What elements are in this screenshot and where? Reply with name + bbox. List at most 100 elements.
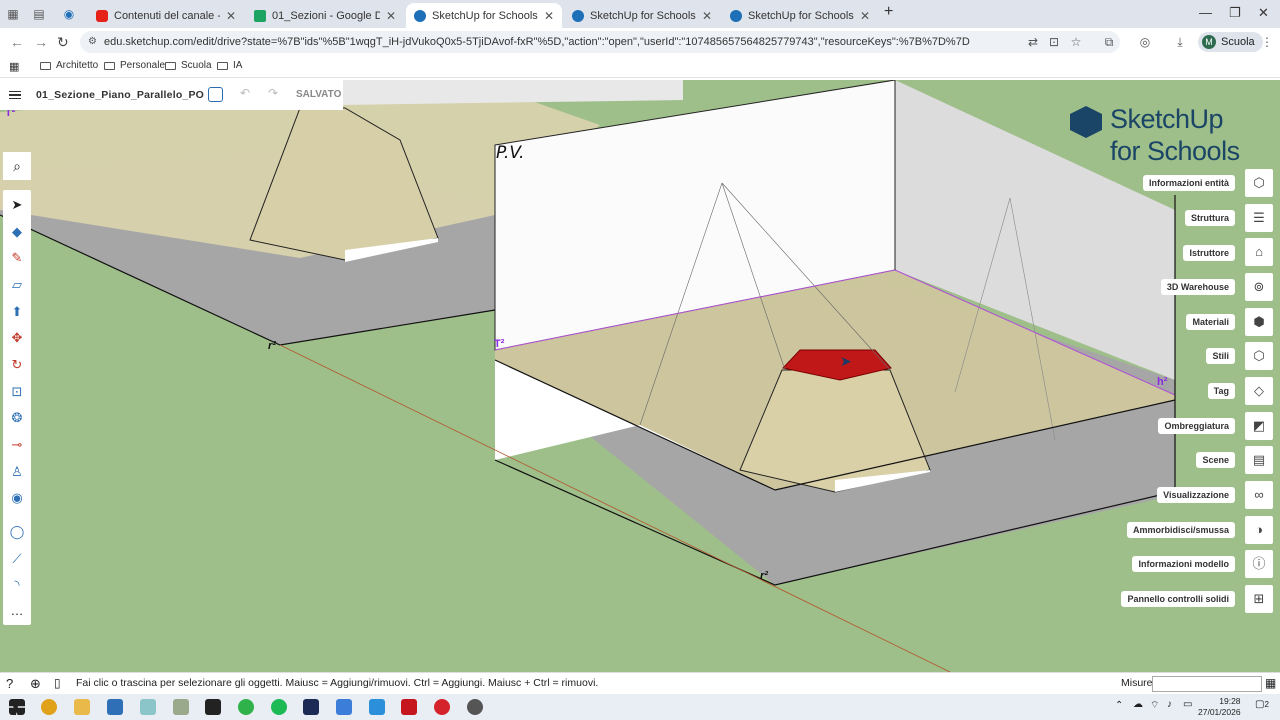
- instructor-icon[interactable]: ⌂: [1245, 238, 1273, 266]
- help-icon[interactable]: ?: [6, 676, 13, 691]
- tab-youtube[interactable]: Contenuti del canale - YouTube ✕: [88, 3, 244, 28]
- rotate-tool-icon[interactable]: ↻: [8, 356, 26, 374]
- panel-instructor[interactable]: Istruttore: [1183, 245, 1235, 261]
- tab-sketchup-active[interactable]: SketchUp for Schools ✕: [406, 3, 562, 28]
- site-info-icon[interactable]: ⚙: [88, 31, 97, 53]
- outliner-icon[interactable]: ☰: [1245, 204, 1273, 232]
- panel-outliner[interactable]: Struttura: [1185, 210, 1235, 226]
- circle-tool-icon[interactable]: ◯: [8, 523, 26, 541]
- model-viewport[interactable]: P.V. T² T² h² r² r² ➤: [0, 80, 1280, 672]
- close-icon[interactable]: ✕: [860, 9, 870, 23]
- close-icon[interactable]: ✕: [226, 9, 236, 23]
- panel-tags[interactable]: Tag: [1207, 383, 1235, 399]
- extensions-icon[interactable]: ⧉: [1102, 35, 1116, 49]
- whatsapp-icon[interactable]: [238, 699, 254, 715]
- push-pull-tool-icon[interactable]: ⬆: [8, 303, 26, 321]
- walk-tool-icon[interactable]: ♙: [8, 463, 26, 481]
- tab-sketchup-2[interactable]: SketchUp for Schools ✕: [564, 3, 720, 28]
- panel-materials[interactable]: Materiali: [1186, 314, 1235, 330]
- media-icon[interactable]: ◎: [1138, 35, 1152, 49]
- panel-shadows[interactable]: Ombreggiatura: [1158, 418, 1235, 434]
- app-icon[interactable]: [140, 699, 156, 715]
- look-around-icon[interactable]: ◉: [8, 489, 26, 507]
- url-field[interactable]: ⚙ edu.sketchup.com/edit/drive?state=%7B"…: [80, 31, 1120, 53]
- bookmark-scuola[interactable]: Scuola: [165, 60, 212, 71]
- panel-entity-info[interactable]: Informazioni entità: [1142, 175, 1235, 191]
- rectangle-tool-icon[interactable]: ▱: [8, 276, 26, 294]
- panel-styles[interactable]: Stili: [1206, 348, 1235, 364]
- warehouse-icon[interactable]: ⊚: [1245, 273, 1273, 301]
- more-menu-icon[interactable]: ⋮: [1260, 35, 1274, 49]
- calculator-icon[interactable]: [107, 699, 123, 715]
- settings-icon[interactable]: [467, 699, 483, 715]
- panel-display[interactable]: Visualizzazione: [1157, 487, 1235, 503]
- app-icon[interactable]: [336, 699, 352, 715]
- measurements-input[interactable]: [1152, 676, 1262, 692]
- bookmark-star-icon[interactable]: ☆: [1069, 35, 1083, 49]
- download-icon[interactable]: ⤓: [1173, 35, 1187, 49]
- forward-button[interactable]: →: [34, 34, 48, 50]
- globe-icon[interactable]: ⊕: [30, 676, 41, 692]
- soften-icon[interactable]: ◑: [1245, 516, 1273, 544]
- close-window-button[interactable]: ✕: [1258, 5, 1269, 21]
- network-icon[interactable]: ☁: [1133, 699, 1143, 710]
- maximize-button[interactable]: ❐: [1229, 5, 1241, 21]
- new-tab-button[interactable]: +: [884, 3, 893, 21]
- styles-icon[interactable]: ⬡: [1245, 342, 1273, 370]
- scenes-icon[interactable]: ▤: [1245, 446, 1273, 474]
- undo-icon[interactable]: ↶: [240, 86, 250, 100]
- app-icon[interactable]: [173, 699, 189, 715]
- materials-icon[interactable]: ⬢: [1245, 308, 1273, 336]
- reload-button[interactable]: ↻: [57, 34, 69, 51]
- wifi-icon[interactable]: ⌔: [1150, 699, 1159, 712]
- tab-search-icon[interactable]: ▤: [32, 7, 46, 21]
- entity-info-icon[interactable]: ⬡: [1245, 169, 1273, 197]
- install-app-icon[interactable]: ⊡: [1047, 35, 1061, 49]
- close-icon[interactable]: ✕: [702, 9, 712, 23]
- notion-icon[interactable]: [205, 699, 221, 715]
- notifications-icon[interactable]: ▢2: [1255, 699, 1269, 710]
- sketchup-icon[interactable]: ◉: [62, 7, 76, 21]
- apps-grid-icon[interactable]: ▦: [9, 60, 19, 73]
- panel-solid-tools[interactable]: Pannello controlli solidi: [1121, 591, 1235, 607]
- start-icon[interactable]: [9, 699, 25, 715]
- arc-tool-icon[interactable]: ◝: [8, 576, 26, 594]
- autocad-icon[interactable]: [401, 699, 417, 715]
- bookmark-personale[interactable]: Personale: [104, 60, 165, 71]
- orbit-tool-icon[interactable]: ❂: [8, 409, 26, 427]
- spotify-icon[interactable]: [271, 699, 287, 715]
- search-icon[interactable]: ⌕: [3, 152, 31, 180]
- eraser-tool-icon[interactable]: ◆: [8, 223, 26, 241]
- line-tool-icon[interactable]: ⟋: [8, 550, 26, 568]
- chrome-icon[interactable]: [41, 699, 57, 715]
- more-tools-icon[interactable]: …: [8, 602, 26, 620]
- tab-strip-icon[interactable]: ▦: [6, 7, 20, 21]
- display-icon[interactable]: ∞: [1245, 481, 1273, 509]
- tray-chevron-icon[interactable]: ⌃: [1115, 700, 1123, 711]
- hamburger-menu-icon[interactable]: [9, 89, 21, 102]
- move-tool-icon[interactable]: ✥: [8, 329, 26, 347]
- bookmark-ia[interactable]: IA: [217, 60, 242, 71]
- share-icon[interactable]: [208, 87, 223, 102]
- file-explorer-icon[interactable]: [74, 699, 90, 715]
- volume-icon[interactable]: ♪: [1167, 699, 1172, 710]
- model-info-icon[interactable]: ⓘ: [1245, 550, 1273, 578]
- close-icon[interactable]: ✕: [386, 9, 396, 23]
- close-icon[interactable]: ✕: [544, 9, 554, 23]
- redo-icon[interactable]: ↷: [268, 86, 278, 100]
- bookmark-architetto[interactable]: Architetto: [40, 60, 98, 71]
- grid-icon[interactable]: ▦: [1265, 676, 1276, 690]
- tape-measure-icon[interactable]: ⊸: [8, 436, 26, 454]
- shadows-icon[interactable]: ◩: [1245, 412, 1273, 440]
- app-icon[interactable]: [369, 699, 385, 715]
- app-icon[interactable]: [434, 699, 450, 715]
- profile-button[interactable]: M Scuola: [1198, 32, 1263, 52]
- panel-soften-edges[interactable]: Ammorbidisci/smussa: [1126, 522, 1235, 538]
- solid-tools-icon[interactable]: ⊞: [1245, 585, 1273, 613]
- app-icon[interactable]: [303, 699, 319, 715]
- tab-sketchup-3[interactable]: SketchUp for Schools ✕: [722, 3, 878, 28]
- scale-tool-icon[interactable]: ⊡: [8, 383, 26, 401]
- minimize-button[interactable]: —: [1199, 5, 1212, 20]
- select-tool-icon[interactable]: ➤: [8, 196, 26, 214]
- pencil-tool-icon[interactable]: ✎: [8, 249, 26, 267]
